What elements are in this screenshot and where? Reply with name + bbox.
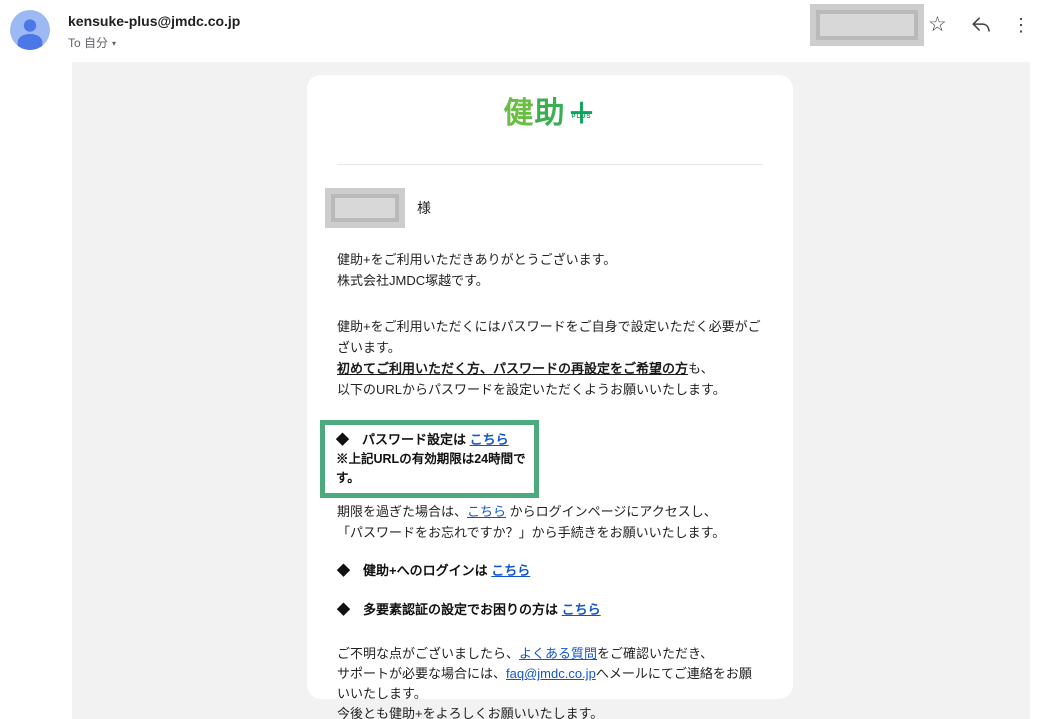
closing-line: 今後とも健助+をよろしくお願いいたします。: [337, 704, 763, 719]
recipient-dropdown[interactable]: To 自分 ▾: [68, 34, 116, 51]
password-setup-highlight-box: ◆ パスワード設定は こちら ※上記URLの有効期限は24時間です。: [320, 420, 539, 498]
password-setup-line: ◆ パスワード設定は こちら: [336, 430, 526, 450]
setup-line1: 健助+をご利用いただくにはパスワードをご自身で設定いただく必要がございます。: [337, 316, 763, 358]
to-label: To 自分: [68, 36, 108, 50]
logo-char1: 健: [503, 97, 534, 130]
support-line2: サポートが必要な場合には、faq@jmdc.co.jpへメールにてご連絡をお願い…: [337, 664, 763, 704]
support-line1: ご不明な点がございましたら、よくある質問をご確認いただき、: [337, 644, 763, 664]
thanks-line1: 健助+をご利用いただきありがとうございます。: [337, 249, 763, 270]
expiry-line1: 期限を過ぎた場合は、こちら からログインページにアクセスし、: [337, 501, 763, 522]
expiry-paragraph: 期限を過ぎた場合は、こちら からログインページにアクセスし、 「パスワードをお忘…: [337, 501, 763, 543]
faq-link[interactable]: よくある質問: [519, 646, 597, 661]
email-card: 健助＋PLUS 様 健助+をご利用いただきありがとうございます。 株式会社JMD…: [307, 75, 793, 699]
expiry-post: からログインページにアクセスし、: [506, 504, 717, 519]
login-label: ◆ 健助+へのログインは: [337, 563, 491, 578]
login-page-link[interactable]: こちら: [467, 504, 506, 519]
support2-pre: サポートが必要な場合には、: [337, 666, 506, 681]
chevron-down-icon: ▾: [112, 39, 116, 48]
thanks-paragraph: 健助+をご利用いただきありがとうございます。 株式会社JMDC塚越です。: [337, 249, 763, 291]
expiry-line2: 「パスワードをお忘れですか？」から手続きをお願いいたします。: [337, 522, 763, 543]
star-icon[interactable]: ☆: [928, 12, 947, 38]
password-setup-link[interactable]: こちら: [470, 432, 509, 447]
support-email-link[interactable]: faq@jmdc.co.jp: [506, 666, 596, 681]
sender-avatar[interactable]: [10, 10, 50, 50]
person-icon: [10, 10, 50, 50]
logo-char2: 助: [534, 97, 565, 130]
mfa-bullet: ◆ 多要素認証の設定でお困りの方は こちら: [337, 599, 763, 620]
greeting-row: 様: [325, 188, 763, 228]
email-body-background: 健助＋PLUS 様 健助+をご利用いただきありがとうございます。 株式会社JMD…: [72, 62, 1030, 719]
expiry-pre: 期限を過ぎた場合は、: [337, 504, 467, 519]
gmail-message-view: kensuke-plus@jmdc.co.jp To 自分 ▾ ☆ ⋮ 健助＋PL…: [0, 0, 1043, 719]
plus-icon: ＋PLUS: [567, 103, 596, 124]
logo-plus-sub: PLUS: [571, 107, 591, 128]
timestamp-redacted: [810, 4, 924, 46]
reply-icon[interactable]: [970, 15, 992, 40]
message-header: kensuke-plus@jmdc.co.jp To 自分 ▾ ☆ ⋮: [0, 0, 1043, 62]
mfa-label: ◆ 多要素認証の設定でお困りの方は: [337, 602, 562, 617]
sender-email: kensuke-plus@jmdc.co.jp: [68, 13, 240, 29]
thanks-line2: 株式会社JMDC塚越です。: [337, 270, 763, 291]
login-bullet: ◆ 健助+へのログインは こちら: [337, 560, 763, 581]
login-link[interactable]: こちら: [491, 563, 530, 578]
recipient-name-redacted: [325, 188, 405, 228]
url-expiry-note: ※上記URLの有効期限は24時間です。: [336, 450, 526, 488]
kensuke-plus-logo: 健助＋PLUS: [337, 103, 763, 147]
divider: [337, 164, 763, 165]
setup-bold-text: 初めてご利用いただく方、パスワードの再設定をご希望の方: [337, 361, 688, 376]
setup-paragraph: 健助+をご利用いただくにはパスワードをご自身で設定いただく必要がございます。 初…: [337, 316, 763, 400]
support-pre: ご不明な点がございましたら、: [337, 646, 519, 661]
setup-line2: 初めてご利用いただく方、パスワードの再設定をご希望の方も、: [337, 358, 763, 379]
more-options-icon[interactable]: ⋮: [1012, 12, 1030, 38]
support-paragraph: ご不明な点がございましたら、よくある質問をご確認いただき、 サポートが必要な場合…: [337, 644, 763, 719]
honorific: 様: [417, 198, 431, 219]
setup-bold-tail: も、: [688, 361, 714, 376]
support-post: をご確認いただき、: [597, 646, 713, 661]
mfa-link[interactable]: こちら: [562, 602, 601, 617]
password-setup-label: ◆ パスワード設定は: [336, 432, 470, 447]
setup-line3: 以下のURLからパスワードを設定いただくようお願いいたします。: [337, 379, 763, 400]
